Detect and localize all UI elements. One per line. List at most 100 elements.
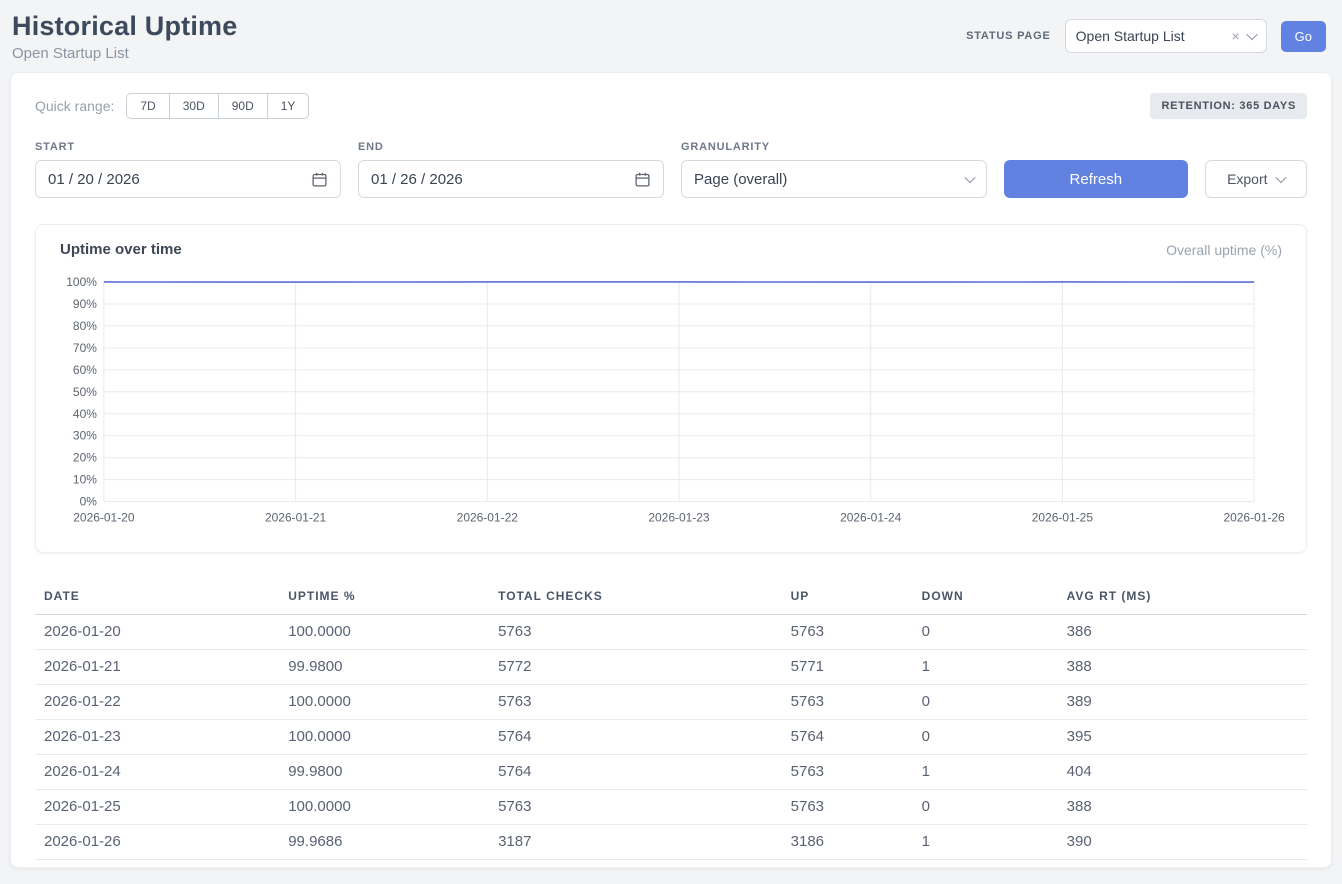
table-row: 2026-01-2499.9800576457631404 xyxy=(35,754,1307,789)
end-date-input[interactable]: 01 / 26 / 2026 xyxy=(358,160,664,198)
controls-row: START 01 / 20 / 2026 END 01 / 26 / 2026 … xyxy=(35,141,1307,198)
svg-text:70%: 70% xyxy=(73,341,97,355)
table-cell: 5763 xyxy=(489,789,782,824)
table-cell: 100.0000 xyxy=(279,684,489,719)
table-cell: 100.0000 xyxy=(279,719,489,754)
chart-title: Uptime over time xyxy=(60,241,182,258)
chart-card: Uptime over time Overall uptime (%) 0%10… xyxy=(35,224,1307,553)
table-cell: 0 xyxy=(913,614,1058,649)
export-button[interactable]: Export xyxy=(1205,160,1307,198)
svg-text:60%: 60% xyxy=(73,363,97,377)
table-cell: 5772 xyxy=(489,649,782,684)
granularity-selected-value: Page (overall) xyxy=(694,171,787,188)
svg-text:2026-01-26: 2026-01-26 xyxy=(1223,511,1285,525)
quick-range-7d-button[interactable]: 7D xyxy=(126,93,169,119)
table-cell: 0 xyxy=(913,789,1058,824)
status-page-selected-value: Open Startup List xyxy=(1076,28,1224,44)
page-title: Historical Uptime xyxy=(12,11,237,42)
column-header: UP xyxy=(782,579,913,615)
table-cell: 2026-01-26 xyxy=(35,824,279,859)
table-cell: 100.0000 xyxy=(279,789,489,824)
uptime-table: DATEUPTIME %TOTAL CHECKSUPDOWNAVG RT (MS… xyxy=(35,579,1307,860)
svg-text:80%: 80% xyxy=(73,319,97,333)
column-header: AVG RT (MS) xyxy=(1058,579,1307,615)
header-titles: Historical Uptime Open Startup List xyxy=(12,11,237,62)
svg-text:2026-01-20: 2026-01-20 xyxy=(73,511,135,525)
table-cell: 5763 xyxy=(782,684,913,719)
table-header-row: DATEUPTIME %TOTAL CHECKSUPDOWNAVG RT (MS… xyxy=(35,579,1307,615)
table-cell: 2026-01-21 xyxy=(35,649,279,684)
table-cell: 389 xyxy=(1058,684,1307,719)
quick-range-label: Quick range: xyxy=(35,98,114,114)
chart-legend: Overall uptime (%) xyxy=(1166,242,1282,258)
column-header: DOWN xyxy=(913,579,1058,615)
table-cell: 5771 xyxy=(782,649,913,684)
table-cell: 5764 xyxy=(782,719,913,754)
retention-badge: RETENTION: 365 DAYS xyxy=(1150,93,1307,119)
refresh-button[interactable]: Refresh xyxy=(1004,160,1188,198)
svg-text:90%: 90% xyxy=(73,297,97,311)
table-cell: 3186 xyxy=(782,824,913,859)
calendar-icon[interactable] xyxy=(634,171,651,188)
table-cell: 5763 xyxy=(782,754,913,789)
table-cell: 0 xyxy=(913,684,1058,719)
quick-range-30d-button[interactable]: 30D xyxy=(170,93,219,119)
status-page-label: STATUS PAGE xyxy=(966,30,1051,42)
table-cell: 5764 xyxy=(489,719,782,754)
table-row: 2026-01-25100.0000576357630388 xyxy=(35,789,1307,824)
quick-range-90d-button[interactable]: 90D xyxy=(219,93,268,119)
column-header: UPTIME % xyxy=(279,579,489,615)
table-cell: 1 xyxy=(913,649,1058,684)
main-card: Quick range: 7D30D90D1Y RETENTION: 365 D… xyxy=(10,72,1332,868)
table-cell: 388 xyxy=(1058,649,1307,684)
quick-range-1y-button[interactable]: 1Y xyxy=(268,93,310,119)
page-subtitle: Open Startup List xyxy=(12,45,237,62)
svg-text:2026-01-25: 2026-01-25 xyxy=(1032,511,1094,525)
table-cell: 395 xyxy=(1058,719,1307,754)
table-cell: 5763 xyxy=(489,684,782,719)
table-cell: 5763 xyxy=(782,789,913,824)
table-cell: 388 xyxy=(1058,789,1307,824)
status-page-select[interactable]: Open Startup List × xyxy=(1065,19,1267,53)
svg-text:2026-01-21: 2026-01-21 xyxy=(265,511,327,525)
svg-text:20%: 20% xyxy=(73,451,97,465)
svg-text:30%: 30% xyxy=(73,429,97,443)
table-cell: 2026-01-25 xyxy=(35,789,279,824)
table-cell: 99.9800 xyxy=(279,754,489,789)
uptime-line-chart: 0%10%20%30%40%50%60%70%80%90%100%2026-01… xyxy=(36,272,1306,540)
chevron-down-icon xyxy=(1246,29,1257,40)
table-row: 2026-01-23100.0000576457640395 xyxy=(35,719,1307,754)
table-cell: 2026-01-23 xyxy=(35,719,279,754)
table-cell: 390 xyxy=(1058,824,1307,859)
table-cell: 99.9800 xyxy=(279,649,489,684)
go-button[interactable]: Go xyxy=(1281,21,1326,52)
svg-text:50%: 50% xyxy=(73,385,97,399)
calendar-icon[interactable] xyxy=(311,171,328,188)
table-cell: 3187 xyxy=(489,824,782,859)
table-cell: 2026-01-24 xyxy=(35,754,279,789)
table-cell: 100.0000 xyxy=(279,614,489,649)
table-cell: 5763 xyxy=(489,614,782,649)
svg-text:10%: 10% xyxy=(73,473,97,487)
table-cell: 0 xyxy=(913,719,1058,754)
quick-range-row: Quick range: 7D30D90D1Y RETENTION: 365 D… xyxy=(35,93,1307,119)
svg-text:2026-01-23: 2026-01-23 xyxy=(648,511,710,525)
quick-range-button-group: 7D30D90D1Y xyxy=(126,93,309,119)
table-row: 2026-01-2199.9800577257711388 xyxy=(35,649,1307,684)
column-header: DATE xyxy=(35,579,279,615)
table-row: 2026-01-20100.0000576357630386 xyxy=(35,614,1307,649)
table-cell: 1 xyxy=(913,824,1058,859)
table-cell: 5764 xyxy=(489,754,782,789)
end-label: END xyxy=(358,141,664,153)
svg-text:40%: 40% xyxy=(73,407,97,421)
table-row: 2026-01-22100.0000576357630389 xyxy=(35,684,1307,719)
start-label: START xyxy=(35,141,341,153)
granularity-label: GRANULARITY xyxy=(681,141,987,153)
clear-selection-icon[interactable]: × xyxy=(1231,29,1239,43)
table-cell: 2026-01-22 xyxy=(35,684,279,719)
table-cell: 5763 xyxy=(782,614,913,649)
start-date-input[interactable]: 01 / 20 / 2026 xyxy=(35,160,341,198)
table-cell: 1 xyxy=(913,754,1058,789)
chevron-down-icon xyxy=(964,172,975,183)
granularity-select[interactable]: Page (overall) xyxy=(681,160,987,198)
